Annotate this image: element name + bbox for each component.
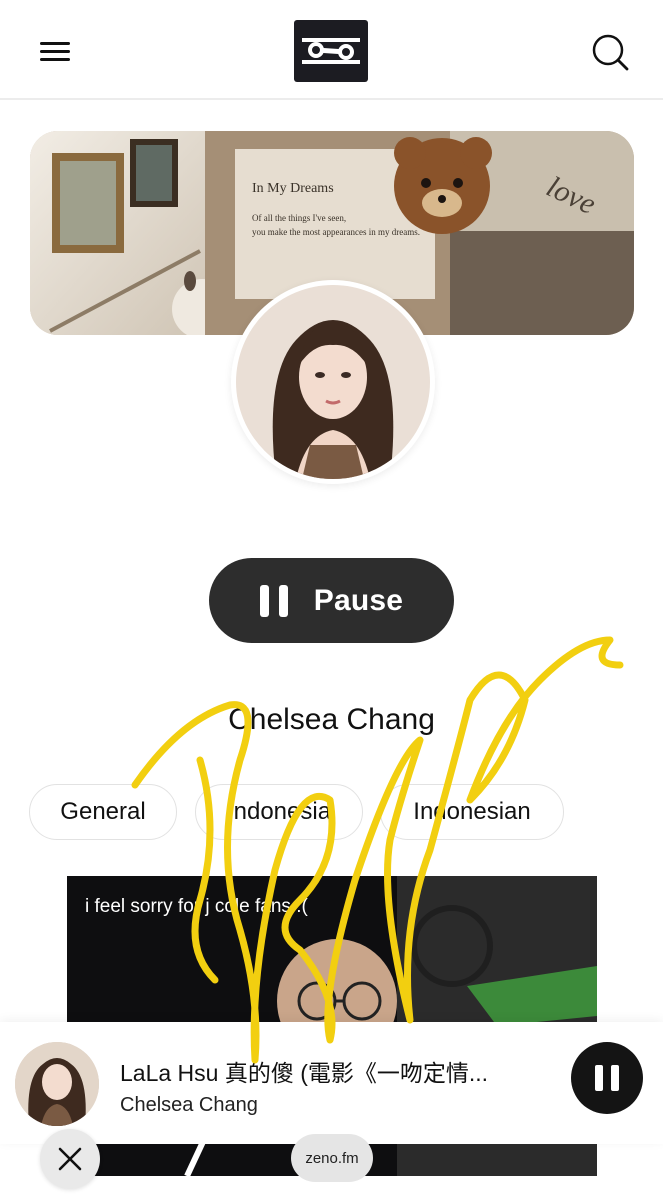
mini-player-artist: Chelsea Chang: [120, 1094, 258, 1116]
station-avatar: [231, 280, 435, 484]
pause-label: Pause: [313, 583, 404, 617]
zeno-logo-icon[interactable]: [294, 20, 368, 82]
tag-indonesian[interactable]: Indonesian: [380, 784, 564, 840]
tag-label: Indonesian: [413, 798, 531, 825]
station-name: Chelsea Chang: [228, 703, 435, 736]
hamburger-menu-icon: [40, 42, 70, 45]
mini-player[interactable]: LaLa Hsu 真的傻 (電影《一吻定情... Chelsea Chang: [0, 1022, 663, 1144]
menu-line: [40, 50, 70, 53]
pause-button[interactable]: Pause: [209, 558, 454, 643]
banner-card-title: In My Dreams: [252, 181, 334, 196]
tag-label: General: [60, 798, 146, 825]
video-caption: i feel sorry for j cole fans :(: [85, 896, 308, 917]
top-bar: [0, 0, 663, 100]
tag-label: Indonesia: [226, 798, 332, 825]
pause-icon-bar: [611, 1065, 619, 1091]
pause-icon: [259, 584, 288, 617]
menu-line: [40, 58, 70, 61]
close-icon: [58, 1147, 82, 1171]
menu-button[interactable]: [38, 36, 74, 66]
zeno-badge[interactable]: zeno.fm: [291, 1134, 373, 1182]
search-button[interactable]: [590, 32, 630, 72]
mini-player-title: LaLa Hsu 真的傻 (電影《一吻定情...: [120, 1060, 489, 1086]
banner-card-line2: you make the most appearances in my drea…: [252, 227, 420, 237]
mini-player-pause-button[interactable]: [571, 1042, 643, 1114]
close-button[interactable]: [40, 1129, 100, 1189]
search-icon: [592, 34, 629, 71]
tag-general[interactable]: General: [29, 784, 177, 840]
mini-player-artwork: [15, 1042, 99, 1126]
pause-icon: [595, 1065, 603, 1091]
tag-indonesia[interactable]: Indonesia: [195, 784, 363, 840]
banner-card-line1: Of all the things I've seen,: [252, 213, 347, 223]
